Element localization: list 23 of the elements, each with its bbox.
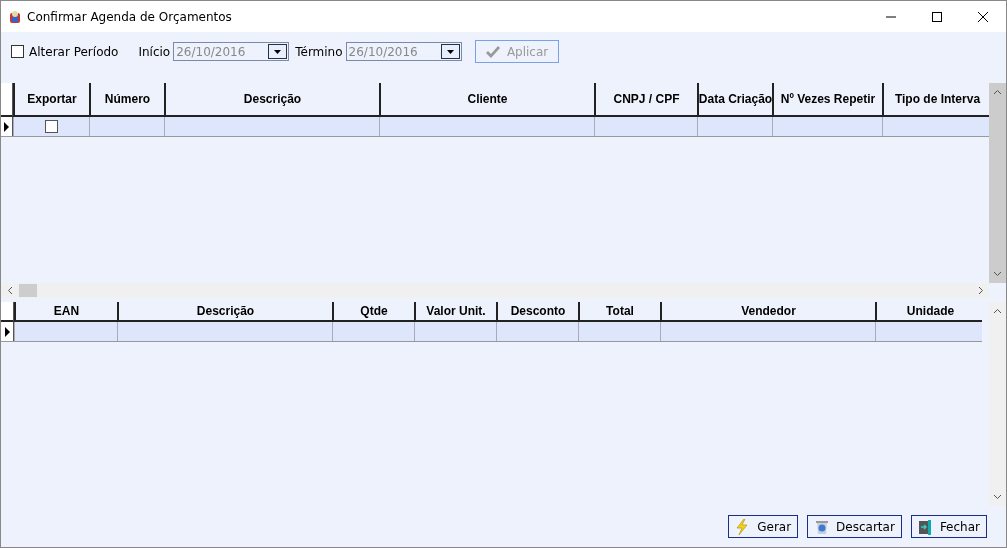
close-button[interactable]: Fechar [910,515,987,538]
window-title: Confirmar Agenda de Orçamentos [27,9,232,24]
column-header[interactable]: Nº Vezes Repetir [772,83,882,117]
generate-button[interactable]: Gerar [728,515,799,538]
field-label: Término [295,44,343,59]
column-header[interactable]: Data Criação [697,83,772,117]
column-header[interactable]: Qtde [332,302,414,322]
column-header[interactable]: CNPJ / CPF [594,83,697,117]
column-header[interactable]: EAN [14,302,117,322]
column-header[interactable]: Desconto [496,302,578,322]
column-header[interactable]: Descrição [164,83,379,117]
column-header[interactable]: Tipo de Interva [882,83,989,117]
discard-button[interactable]: Descartar [807,515,902,538]
column-header[interactable]: Exportar [13,83,89,117]
column-header[interactable]: Descrição [117,302,332,322]
column-header[interactable]: Unidade [875,302,982,322]
column-header[interactable]: Vendedor [660,302,875,322]
column-header[interactable]: Número [89,83,164,117]
checkbox-label: Alterar Período [29,44,119,59]
column-header[interactable]: Cliente [379,83,594,117]
column-header[interactable]: Total [578,302,660,322]
field-label: Início [138,44,171,59]
column-header[interactable]: Valor Unit. [414,302,496,322]
